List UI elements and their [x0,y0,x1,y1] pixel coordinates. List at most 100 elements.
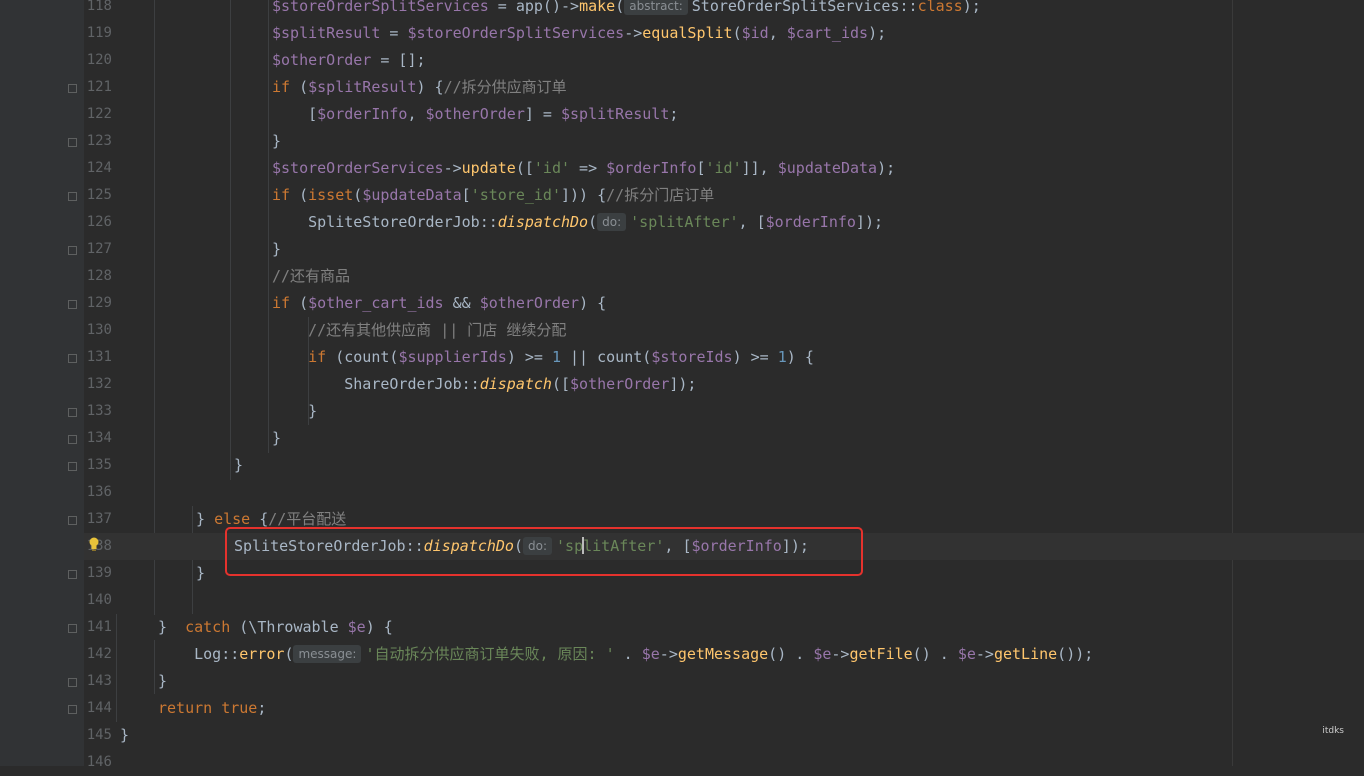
code-text: ShareOrderJob::dispatch([$otherOrder]); [272,371,696,398]
code-token: ) >= [506,348,552,366]
code-text: if ($other_cart_ids && $otherOrder) { [272,290,606,317]
code-line[interactable]: 127} [84,236,1364,263]
intention-bulb-icon[interactable] [88,537,100,551]
code-token: //拆分门店订单 [606,186,715,204]
code-line[interactable]: 125 if (isset($updateData['store_id'])) {… [84,182,1364,209]
code-editor[interactable]: 118 $storeOrderSplitServices = app()->mak… [84,0,1364,770]
code-line[interactable]: 126 SpliteStoreOrderJob::dispatchDo(do: '… [84,209,1364,236]
line-number: 146 [86,754,112,770]
fold-marker-icon[interactable] [68,138,77,147]
code-token: ) { [365,618,393,636]
code-token: $splitResult [272,24,381,42]
fold-marker-icon[interactable] [68,408,77,417]
code-line[interactable]: 131 if (count($supplierIds) >= 1 || coun… [84,344,1364,371]
line-number: 124 [86,160,112,176]
code-line[interactable]: 121 if ($splitResult) {//拆分供应商订单 [84,74,1364,101]
code-token: class [917,0,963,15]
fold-marker-icon[interactable] [68,354,77,363]
code-line[interactable]: 140 [84,587,1364,614]
fold-marker-icon[interactable] [68,516,77,525]
code-token: ( [732,24,742,42]
code-token: 1 [551,348,561,366]
code-token: ShareOrderJob:: [272,375,480,393]
code-token: } [272,402,318,420]
code-line[interactable]: 146 [84,749,1364,776]
code-token: ( [290,294,309,312]
fold-marker-icon[interactable] [68,246,77,255]
code-line[interactable]: 136 [84,479,1364,506]
fold-marker-icon[interactable] [68,678,77,687]
code-line[interactable]: 135} [84,452,1364,479]
code-token: $storeOrderSplitServices [272,0,489,15]
fold-marker-icon[interactable] [68,192,77,201]
fold-marker-icon[interactable] [68,705,77,714]
code-text: [$orderInfo, $otherOrder] = $splitResult… [272,101,678,128]
code-token: ( [290,186,309,204]
line-number: 120 [86,52,112,68]
code-token: $orderInfo [765,213,856,231]
code-token: make [579,0,616,15]
code-text: $storeOrderServices->update(['id' => $or… [272,155,895,182]
code-token: 1 [777,348,787,366]
code-line[interactable]: 119 $splitResult = $storeOrderSplitServic… [84,20,1364,47]
line-number: 134 [86,430,112,446]
code-token: if [308,348,327,366]
code-line[interactable]: 134} [84,425,1364,452]
code-token: } [120,726,130,744]
fold-marker-icon[interactable] [68,84,77,93]
code-line[interactable]: 145} [84,722,1364,749]
code-line[interactable]: 132 ShareOrderJob::dispatch([$otherOrder… [84,371,1364,398]
code-token: { [250,510,269,528]
code-line[interactable]: 124 $storeOrderServices->update(['id' => … [84,155,1364,182]
code-token: (\Throwable [230,618,348,636]
fold-marker-icon[interactable] [68,624,77,633]
fold-marker-icon[interactable] [68,435,77,444]
code-line[interactable]: 118 $storeOrderSplitServices = app()->mak… [84,0,1364,20]
code-text: //还有其他供应商 || 门店 继续分配 [272,317,566,344]
code-token: isset [308,186,354,204]
fold-marker-icon[interactable] [68,300,77,309]
code-token: -> [831,645,850,663]
code-text: } [196,560,205,587]
code-text: } [272,425,281,452]
fold-marker-icon[interactable] [68,570,77,579]
code-token: = app()-> [488,0,580,15]
code-line[interactable]: 123} [84,128,1364,155]
watermark-logo: itdks [1322,726,1344,736]
code-token: Log:: [158,645,240,663]
code-line[interactable]: 141} catch (\Throwable $e) { [84,614,1364,641]
line-number: 145 [86,727,112,743]
code-token: } [272,240,282,258]
code-line[interactable]: 130 //还有其他供应商 || 门店 继续分配 [84,317,1364,344]
code-token: ([ [515,159,534,177]
code-token: . [614,645,642,663]
code-token: [ [696,159,706,177]
code-token: } [234,456,244,474]
code-token: ) { [786,348,814,366]
line-number: 133 [86,403,112,419]
code-line[interactable]: 143} [84,668,1364,695]
code-token: } [272,132,282,150]
code-token: -> [443,159,462,177]
code-line[interactable]: 133 } [84,398,1364,425]
code-token: $otherOrder [272,51,372,69]
line-number: 119 [86,25,112,41]
code-token: () . [912,645,958,663]
code-text: Log::error(message: '自动拆分供应商订单失败, 原因: ' .… [158,641,1093,668]
code-line[interactable]: 120 $otherOrder = []; [84,47,1364,74]
code-token: ) { [416,78,444,96]
code-token: $other_cart_ids [308,294,444,312]
fold-marker-icon[interactable] [68,462,77,471]
code-line[interactable]: 129 if ($other_cart_ids && $otherOrder) { [84,290,1364,317]
code-line[interactable]: 128 //还有商品 [84,263,1364,290]
line-number: 135 [86,457,112,473]
line-number: 118 [86,0,112,14]
code-line[interactable]: 144 return true; [84,695,1364,722]
code-token: $e [813,645,832,663]
code-token: $otherOrder [479,294,580,312]
code-token: => [570,159,607,177]
code-line[interactable]: 142 Log::error(message: '自动拆分供应商订单失败, 原因:… [84,641,1364,668]
code-text: return true; [158,695,266,722]
code-line[interactable]: 122 [$orderInfo, $otherOrder] = $splitRe… [84,101,1364,128]
